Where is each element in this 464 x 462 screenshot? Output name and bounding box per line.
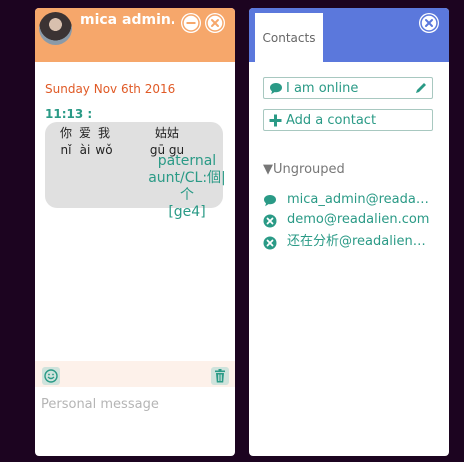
close-chat-button[interactable]	[205, 13, 225, 33]
message-time: 11:13 :	[45, 107, 93, 121]
status-selector[interactable]: I am online	[263, 77, 433, 99]
chat-date: Sunday Nov 6th 2016	[45, 82, 176, 96]
hanzi: 你	[59, 126, 72, 140]
caret-down-icon: ▼	[263, 162, 273, 177]
pencil-icon[interactable]	[414, 81, 428, 95]
chat-toolbar	[35, 361, 235, 387]
contact-name: 还在分析@readalien…	[287, 234, 426, 249]
close-icon	[206, 14, 224, 32]
smiley-icon	[44, 369, 58, 383]
contact-item[interactable]: mica_admin@reada…	[261, 190, 443, 210]
clear-chat-button[interactable]	[211, 367, 229, 385]
minimize-button[interactable]	[181, 13, 201, 33]
emoji-button[interactable]	[42, 367, 60, 385]
message-bubble: 你 nǐ 爱 ài 我 wǒ 姑姑 gū gu paternal aunt/CL…	[45, 122, 226, 220]
chat-title: mica admin…	[80, 12, 174, 28]
contact-item[interactable]: 还在分析@readalien…	[261, 232, 443, 252]
message-input[interactable]	[41, 392, 229, 416]
group-header[interactable]: ▼Ungrouped	[263, 162, 345, 177]
contacts-header: Contacts	[249, 8, 449, 62]
close-icon	[420, 14, 438, 32]
pinyin: wǒ	[95, 143, 113, 157]
offline-status-icon	[263, 214, 277, 228]
hanzi: 爱	[78, 126, 91, 140]
contact-name: demo@readalien.com	[287, 212, 430, 227]
definition-line: paternal	[157, 153, 217, 169]
definition-line: [ge4]	[168, 204, 206, 220]
plus-icon	[269, 114, 282, 127]
trash-icon	[215, 369, 225, 383]
word-ai[interactable]: 爱 ài	[76, 124, 94, 157]
group-label: Ungrouped	[273, 162, 345, 177]
offline-status-icon	[263, 236, 277, 250]
word-wo[interactable]: 我 wǒ	[95, 124, 113, 157]
pinyin: ài	[79, 143, 91, 157]
chat-header: mica admin…	[35, 8, 235, 62]
close-contacts-button[interactable]	[419, 13, 439, 33]
hanzi: 姑姑	[154, 126, 179, 140]
avatar	[39, 12, 72, 45]
add-contact-label: Add a contact	[286, 113, 377, 128]
tab-contacts[interactable]: Contacts	[255, 13, 323, 62]
hanzi: 我	[97, 126, 110, 140]
definition-line: aunt/CL:個|个	[148, 170, 226, 203]
pinyin: nǐ	[60, 143, 72, 157]
chat-content: Sunday Nov 6th 2016 11:13 : 你 nǐ 爱 ài 我 …	[35, 62, 235, 362]
add-contact-button[interactable]: Add a contact	[263, 109, 433, 131]
word-definition: paternal aunt/CL:個|个 [ge4]	[147, 153, 227, 221]
contact-name: mica_admin@reada…	[287, 192, 429, 207]
online-status-icon	[264, 195, 276, 207]
contact-item[interactable]: demo@readalien.com	[261, 210, 443, 230]
status-label: I am online	[286, 81, 359, 96]
minimize-icon	[182, 14, 200, 32]
word-ni[interactable]: 你 nǐ	[57, 124, 75, 157]
contacts-panel: Contacts I am online Add a contact ▼Ungr…	[249, 8, 449, 456]
speech-bubble-icon	[270, 83, 282, 95]
chat-window: mica admin… Sunday Nov 6th 2016 11:13 : …	[35, 8, 235, 456]
